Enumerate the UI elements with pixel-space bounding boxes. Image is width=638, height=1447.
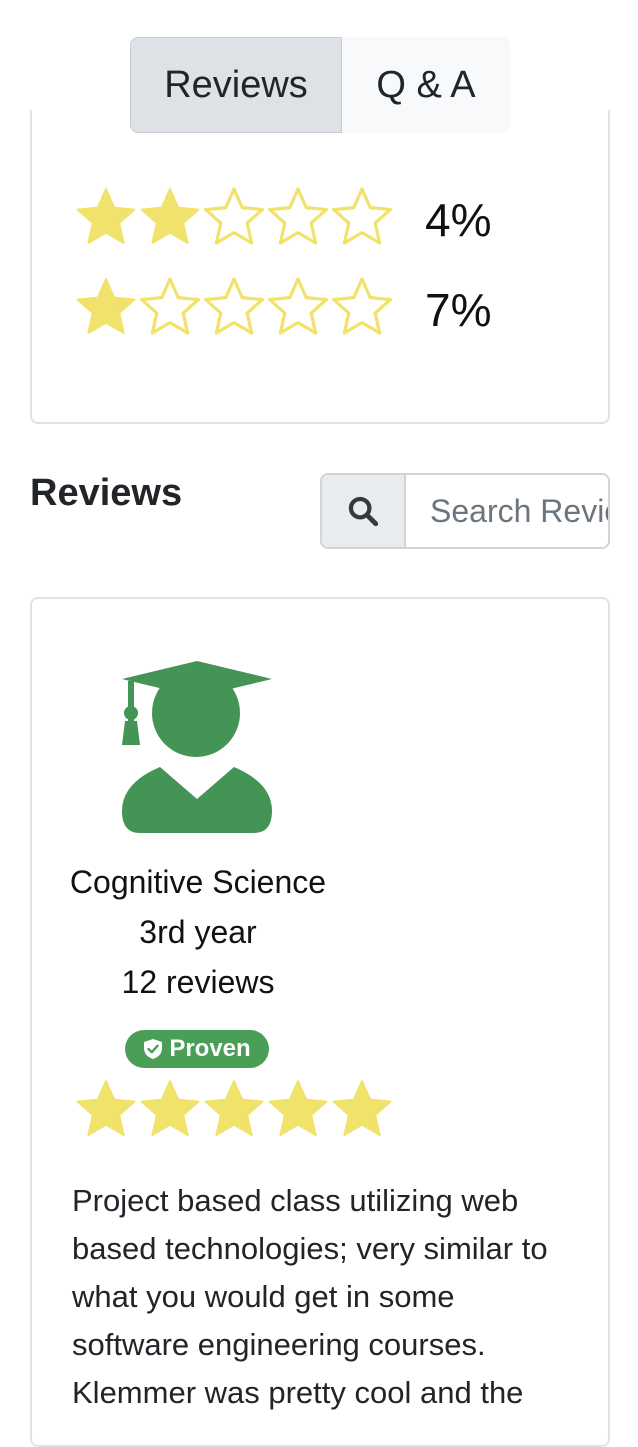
- star-filled-icon: [76, 188, 136, 244]
- star-filled-icon: [268, 1080, 328, 1136]
- star-empty-icon: [268, 187, 328, 245]
- star-filled-icon: [76, 1080, 136, 1136]
- star-rating: [74, 275, 394, 345]
- reviewer-review-count: 12 reviews: [121, 964, 275, 1000]
- rating-row-2: 4%: [32, 185, 608, 255]
- star-empty-icon: [204, 187, 264, 245]
- shield-check-icon: [144, 1039, 163, 1059]
- proven-badge: Proven: [125, 1030, 269, 1068]
- review-search: [320, 473, 610, 549]
- badge-label: Proven: [169, 1035, 251, 1062]
- star-empty-icon: [204, 277, 264, 335]
- rating-row-1: 7%: [32, 275, 608, 345]
- star-rating: [74, 185, 394, 255]
- star-empty-icon: [332, 277, 392, 335]
- reviews-heading: Reviews: [30, 472, 183, 514]
- review-text: Project based class utilizing web based …: [72, 1183, 548, 1410]
- reviewer-info: Cognitive Science 3rd year 12 reviews: [32, 857, 364, 1007]
- star-filled-icon: [140, 1080, 200, 1136]
- rating-percent: 7%: [425, 284, 492, 336]
- rating-percent: 4%: [425, 194, 492, 246]
- star-filled-icon: [140, 188, 200, 244]
- review-star-rating: [74, 1077, 394, 1141]
- tab-reviews[interactable]: Reviews: [130, 37, 342, 133]
- star-filled-icon: [204, 1080, 264, 1136]
- reviewer-major: Cognitive Science: [69, 864, 327, 900]
- tab-bar: Reviews Q & A: [130, 37, 510, 133]
- rating-distribution-card: 8% 4% 7%: [30, 110, 610, 424]
- star-empty-icon: [332, 187, 392, 245]
- star-filled-icon: [332, 1080, 392, 1136]
- search-button[interactable]: [322, 475, 406, 547]
- search-input[interactable]: [406, 475, 608, 547]
- student-avatar-icon: [122, 661, 272, 833]
- reviewer-year: 3rd year: [139, 914, 257, 950]
- search-icon: [348, 496, 379, 527]
- rating-distribution-list: 8% 4% 7%: [32, 172, 608, 422]
- star-empty-icon: [268, 277, 328, 335]
- tab-qa[interactable]: Q & A: [342, 37, 510, 133]
- star-filled-icon: [76, 278, 136, 334]
- review-card: Cognitive Science 3rd year 12 reviews Pr…: [30, 597, 610, 1447]
- star-empty-icon: [140, 277, 200, 335]
